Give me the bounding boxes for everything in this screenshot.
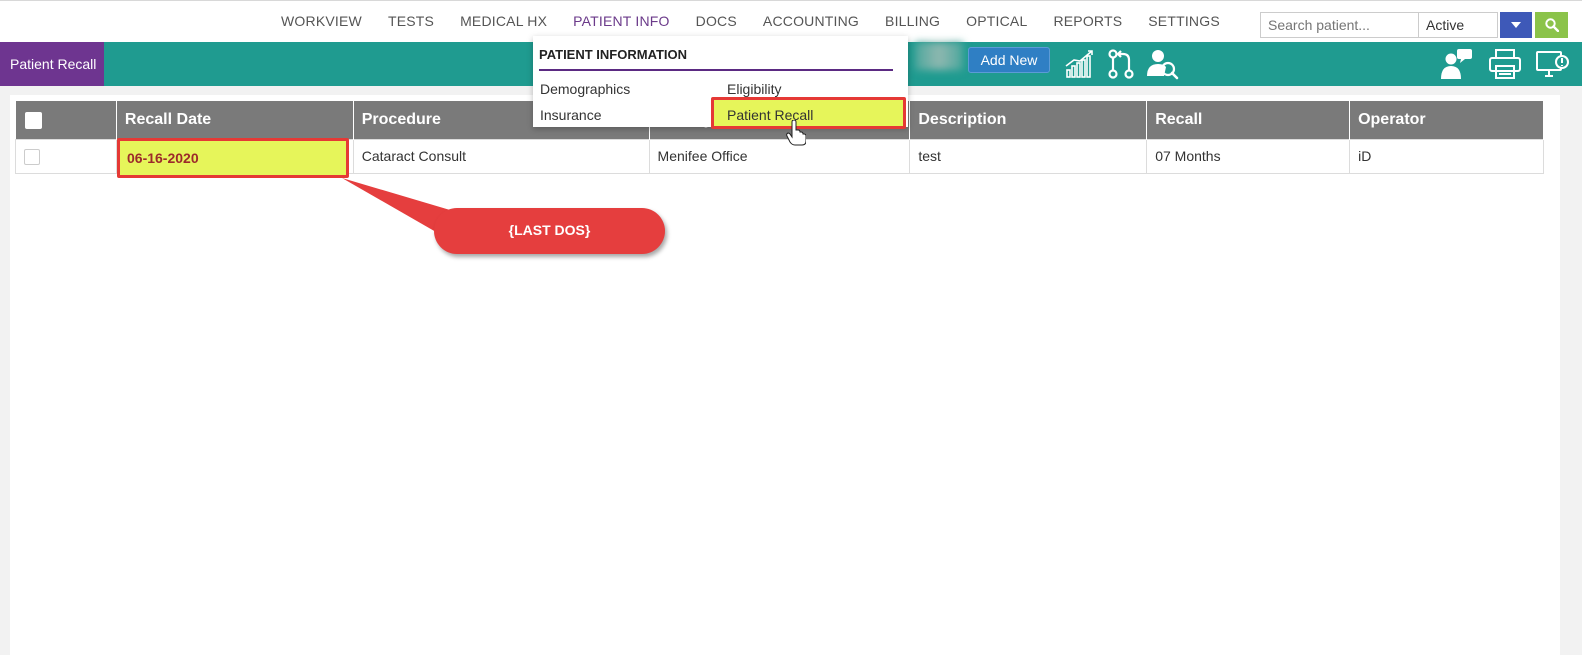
col-operator[interactable]: Operator bbox=[1349, 101, 1544, 139]
dropdown-title: PATIENT INFORMATION bbox=[539, 47, 688, 62]
row-checkbox[interactable] bbox=[24, 148, 40, 165]
recall-date-highlight: 06-16-2020 bbox=[117, 138, 349, 178]
status-select[interactable]: Active bbox=[1418, 12, 1498, 38]
status-dropdown-button[interactable] bbox=[1500, 12, 1532, 38]
menu-item-patient-recall[interactable]: Patient Recall bbox=[711, 97, 906, 129]
menu-item-insurance[interactable]: Insurance bbox=[540, 107, 601, 123]
caret-down-icon bbox=[1511, 22, 1521, 28]
patient-search-input[interactable] bbox=[1260, 12, 1419, 38]
nav-patient-info[interactable]: PATIENT INFO bbox=[560, 1, 683, 39]
cell-description: test bbox=[909, 138, 1148, 174]
chart-icon[interactable] bbox=[1064, 48, 1098, 80]
menu-item-eligibility[interactable]: Eligibility bbox=[727, 81, 781, 97]
nav-workview[interactable]: WORKVIEW bbox=[268, 1, 375, 39]
search-button[interactable] bbox=[1535, 12, 1568, 38]
hand-cursor-icon bbox=[786, 120, 806, 146]
col-recall[interactable]: Recall bbox=[1146, 101, 1351, 139]
patient-search-icon[interactable] bbox=[1146, 48, 1180, 80]
nav-accounting[interactable]: ACCOUNTING bbox=[750, 1, 872, 39]
nav-docs[interactable]: DOCS bbox=[683, 1, 750, 39]
content-panel: Recall Date Procedure Facility Descripti… bbox=[10, 95, 1560, 655]
cell-facility: Menifee Office bbox=[648, 138, 911, 174]
printer-icon[interactable] bbox=[1488, 48, 1522, 80]
add-new-button[interactable]: Add New bbox=[968, 47, 1050, 73]
git-compare-icon[interactable] bbox=[1104, 48, 1138, 80]
col-recall-date[interactable]: Recall Date bbox=[116, 101, 354, 139]
user-chat-icon[interactable] bbox=[1440, 48, 1474, 80]
select-all-checkbox[interactable] bbox=[24, 112, 42, 130]
select-all-cell bbox=[15, 101, 117, 139]
nav-medical-hx[interactable]: MEDICAL HX bbox=[447, 1, 560, 39]
menu-item-demographics[interactable]: Demographics bbox=[540, 81, 630, 97]
search-icon bbox=[1544, 18, 1559, 32]
nav-billing[interactable]: BILLING bbox=[872, 1, 953, 39]
col-description[interactable]: Description bbox=[909, 101, 1148, 139]
nav-reports[interactable]: REPORTS bbox=[1040, 1, 1135, 39]
recall-date-value: 06-16-2020 bbox=[127, 150, 199, 166]
nav-settings[interactable]: SETTINGS bbox=[1135, 1, 1233, 39]
dropdown-divider bbox=[539, 69, 893, 71]
last-dos-callout: {LAST DOS} bbox=[434, 208, 665, 254]
page-title: Patient Recall bbox=[0, 42, 104, 86]
nav-tests[interactable]: TESTS bbox=[375, 1, 447, 39]
cell-operator: iD bbox=[1349, 138, 1544, 174]
cell-recall: 07 Months bbox=[1146, 138, 1351, 174]
redacted-area bbox=[915, 42, 963, 70]
cell-procedure: Cataract Consult bbox=[352, 138, 650, 174]
row-select-cell bbox=[15, 138, 117, 174]
monitor-icon[interactable] bbox=[1535, 48, 1569, 80]
nav-optical[interactable]: OPTICAL bbox=[953, 1, 1040, 39]
